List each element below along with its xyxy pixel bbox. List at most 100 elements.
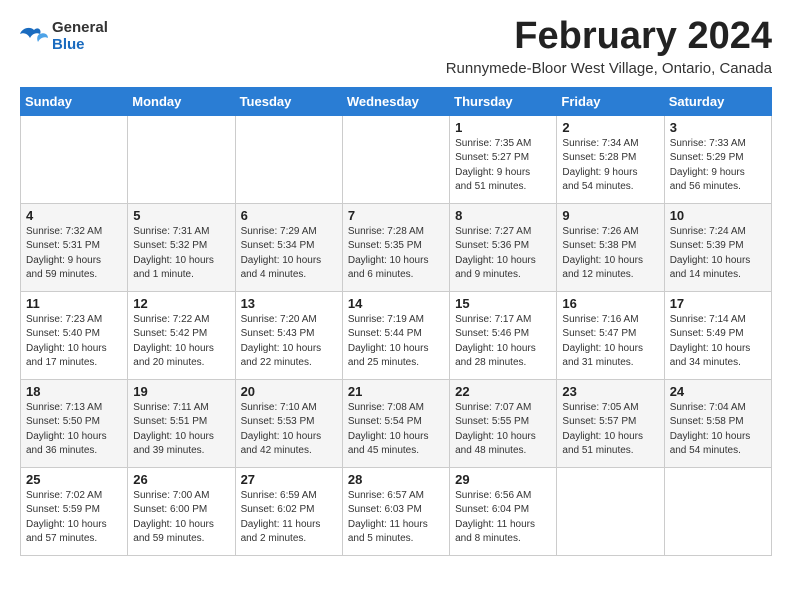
calendar-cell: 4 Sunrise: 7:32 AM Sunset: 5:31 PM Daylig…	[21, 203, 128, 291]
day-info: Sunrise: 7:35 AM Sunset: 5:27 PM Dayligh…	[455, 137, 551, 195]
day-number: 16	[562, 296, 658, 311]
calendar-cell: 17 Sunrise: 7:14 AM Sunset: 5:49 PM Dayli…	[664, 291, 771, 379]
day-info: Sunrise: 7:13 AM Sunset: 5:50 PM Dayligh…	[26, 401, 122, 459]
calendar-cell	[557, 467, 664, 555]
weekday-header: Tuesday	[235, 87, 342, 115]
day-info: Sunrise: 7:19 AM Sunset: 5:44 PM Dayligh…	[348, 313, 444, 371]
day-number: 17	[670, 296, 766, 311]
day-info: Sunrise: 7:31 AM Sunset: 5:32 PM Dayligh…	[133, 225, 229, 283]
calendar-cell: 10 Sunrise: 7:24 AM Sunset: 5:39 PM Dayli…	[664, 203, 771, 291]
calendar-cell	[235, 115, 342, 203]
day-info: Sunrise: 7:22 AM Sunset: 5:42 PM Dayligh…	[133, 313, 229, 371]
calendar-cell: 19 Sunrise: 7:11 AM Sunset: 5:51 PM Dayli…	[128, 379, 235, 467]
day-number: 23	[562, 384, 658, 399]
day-info: Sunrise: 7:29 AM Sunset: 5:34 PM Dayligh…	[241, 225, 337, 283]
day-number: 1	[455, 120, 551, 135]
weekday-header: Monday	[128, 87, 235, 115]
weekday-header: Sunday	[21, 87, 128, 115]
title-block: February 2024 Runnymede-Bloor West Villa…	[446, 16, 772, 77]
weekday-header: Thursday	[450, 87, 557, 115]
calendar-cell: 14 Sunrise: 7:19 AM Sunset: 5:44 PM Dayli…	[342, 291, 449, 379]
day-number: 18	[26, 384, 122, 399]
day-number: 11	[26, 296, 122, 311]
calendar-week-row: 1 Sunrise: 7:35 AM Sunset: 5:27 PM Daylig…	[21, 115, 772, 203]
day-number: 2	[562, 120, 658, 135]
day-number: 27	[241, 472, 337, 487]
weekday-header-row: SundayMondayTuesdayWednesdayThursdayFrid…	[21, 87, 772, 115]
day-number: 19	[133, 384, 229, 399]
calendar-week-row: 18 Sunrise: 7:13 AM Sunset: 5:50 PM Dayli…	[21, 379, 772, 467]
day-number: 10	[670, 208, 766, 223]
weekday-header: Saturday	[664, 87, 771, 115]
calendar-cell: 20 Sunrise: 7:10 AM Sunset: 5:53 PM Dayli…	[235, 379, 342, 467]
day-number: 5	[133, 208, 229, 223]
day-info: Sunrise: 6:59 AM Sunset: 6:02 PM Dayligh…	[241, 489, 337, 547]
day-number: 21	[348, 384, 444, 399]
day-info: Sunrise: 7:04 AM Sunset: 5:58 PM Dayligh…	[670, 401, 766, 459]
day-info: Sunrise: 7:05 AM Sunset: 5:57 PM Dayligh…	[562, 401, 658, 459]
day-number: 13	[241, 296, 337, 311]
day-info: Sunrise: 7:10 AM Sunset: 5:53 PM Dayligh…	[241, 401, 337, 459]
calendar-cell: 29 Sunrise: 6:56 AM Sunset: 6:04 PM Dayli…	[450, 467, 557, 555]
calendar-cell: 8 Sunrise: 7:27 AM Sunset: 5:36 PM Daylig…	[450, 203, 557, 291]
day-info: Sunrise: 7:32 AM Sunset: 5:31 PM Dayligh…	[26, 225, 122, 283]
day-number: 14	[348, 296, 444, 311]
calendar-cell: 16 Sunrise: 7:16 AM Sunset: 5:47 PM Dayli…	[557, 291, 664, 379]
day-number: 22	[455, 384, 551, 399]
calendar-cell: 12 Sunrise: 7:22 AM Sunset: 5:42 PM Dayli…	[128, 291, 235, 379]
logo: General Blue	[20, 20, 108, 53]
logo-text: General Blue	[52, 20, 108, 53]
day-info: Sunrise: 7:14 AM Sunset: 5:49 PM Dayligh…	[670, 313, 766, 371]
weekday-header: Friday	[557, 87, 664, 115]
day-info: Sunrise: 7:16 AM Sunset: 5:47 PM Dayligh…	[562, 313, 658, 371]
day-number: 26	[133, 472, 229, 487]
day-number: 4	[26, 208, 122, 223]
month-title: February 2024	[446, 16, 772, 58]
calendar-cell: 13 Sunrise: 7:20 AM Sunset: 5:43 PM Dayli…	[235, 291, 342, 379]
day-number: 6	[241, 208, 337, 223]
day-number: 20	[241, 384, 337, 399]
calendar-cell	[128, 115, 235, 203]
calendar-cell: 25 Sunrise: 7:02 AM Sunset: 5:59 PM Dayli…	[21, 467, 128, 555]
day-info: Sunrise: 7:07 AM Sunset: 5:55 PM Dayligh…	[455, 401, 551, 459]
calendar-cell: 11 Sunrise: 7:23 AM Sunset: 5:40 PM Dayli…	[21, 291, 128, 379]
day-info: Sunrise: 7:24 AM Sunset: 5:39 PM Dayligh…	[670, 225, 766, 283]
calendar-week-row: 25 Sunrise: 7:02 AM Sunset: 5:59 PM Dayli…	[21, 467, 772, 555]
day-info: Sunrise: 7:11 AM Sunset: 5:51 PM Dayligh…	[133, 401, 229, 459]
calendar-cell: 27 Sunrise: 6:59 AM Sunset: 6:02 PM Dayli…	[235, 467, 342, 555]
calendar-cell	[664, 467, 771, 555]
day-info: Sunrise: 7:27 AM Sunset: 5:36 PM Dayligh…	[455, 225, 551, 283]
calendar-cell: 22 Sunrise: 7:07 AM Sunset: 5:55 PM Dayli…	[450, 379, 557, 467]
calendar-cell: 15 Sunrise: 7:17 AM Sunset: 5:46 PM Dayli…	[450, 291, 557, 379]
calendar-cell: 5 Sunrise: 7:31 AM Sunset: 5:32 PM Daylig…	[128, 203, 235, 291]
calendar-cell: 23 Sunrise: 7:05 AM Sunset: 5:57 PM Dayli…	[557, 379, 664, 467]
day-info: Sunrise: 6:56 AM Sunset: 6:04 PM Dayligh…	[455, 489, 551, 547]
calendar-cell: 9Sunrise: 7:26 AM Sunset: 5:38 PM Daylig…	[557, 203, 664, 291]
calendar-cell: 7Sunrise: 7:28 AM Sunset: 5:35 PM Daylig…	[342, 203, 449, 291]
day-info: Sunrise: 6:57 AM Sunset: 6:03 PM Dayligh…	[348, 489, 444, 547]
day-info: Sunrise: 7:08 AM Sunset: 5:54 PM Dayligh…	[348, 401, 444, 459]
calendar-cell: 3Sunrise: 7:33 AM Sunset: 5:29 PM Daylig…	[664, 115, 771, 203]
calendar-cell: 28 Sunrise: 6:57 AM Sunset: 6:03 PM Dayli…	[342, 467, 449, 555]
calendar-cell: 6 Sunrise: 7:29 AM Sunset: 5:34 PM Daylig…	[235, 203, 342, 291]
day-info: Sunrise: 7:20 AM Sunset: 5:43 PM Dayligh…	[241, 313, 337, 371]
day-info: Sunrise: 7:34 AM Sunset: 5:28 PM Dayligh…	[562, 137, 658, 195]
day-number: 8	[455, 208, 551, 223]
day-info: Sunrise: 7:02 AM Sunset: 5:59 PM Dayligh…	[26, 489, 122, 547]
day-number: 15	[455, 296, 551, 311]
calendar-cell: 26Sunrise: 7:00 AM Sunset: 6:00 PM Dayli…	[128, 467, 235, 555]
day-number: 12	[133, 296, 229, 311]
day-info: Sunrise: 7:17 AM Sunset: 5:46 PM Dayligh…	[455, 313, 551, 371]
day-number: 28	[348, 472, 444, 487]
day-number: 7	[348, 208, 444, 223]
calendar-cell: 24 Sunrise: 7:04 AM Sunset: 5:58 PM Dayli…	[664, 379, 771, 467]
day-number: 24	[670, 384, 766, 399]
calendar-cell: 1 Sunrise: 7:35 AM Sunset: 5:27 PM Daylig…	[450, 115, 557, 203]
day-info: Sunrise: 7:23 AM Sunset: 5:40 PM Dayligh…	[26, 313, 122, 371]
day-number: 3	[670, 120, 766, 135]
weekday-header: Wednesday	[342, 87, 449, 115]
day-number: 25	[26, 472, 122, 487]
day-number: 29	[455, 472, 551, 487]
calendar-table: SundayMondayTuesdayWednesdayThursdayFrid…	[20, 87, 772, 556]
calendar-cell	[21, 115, 128, 203]
